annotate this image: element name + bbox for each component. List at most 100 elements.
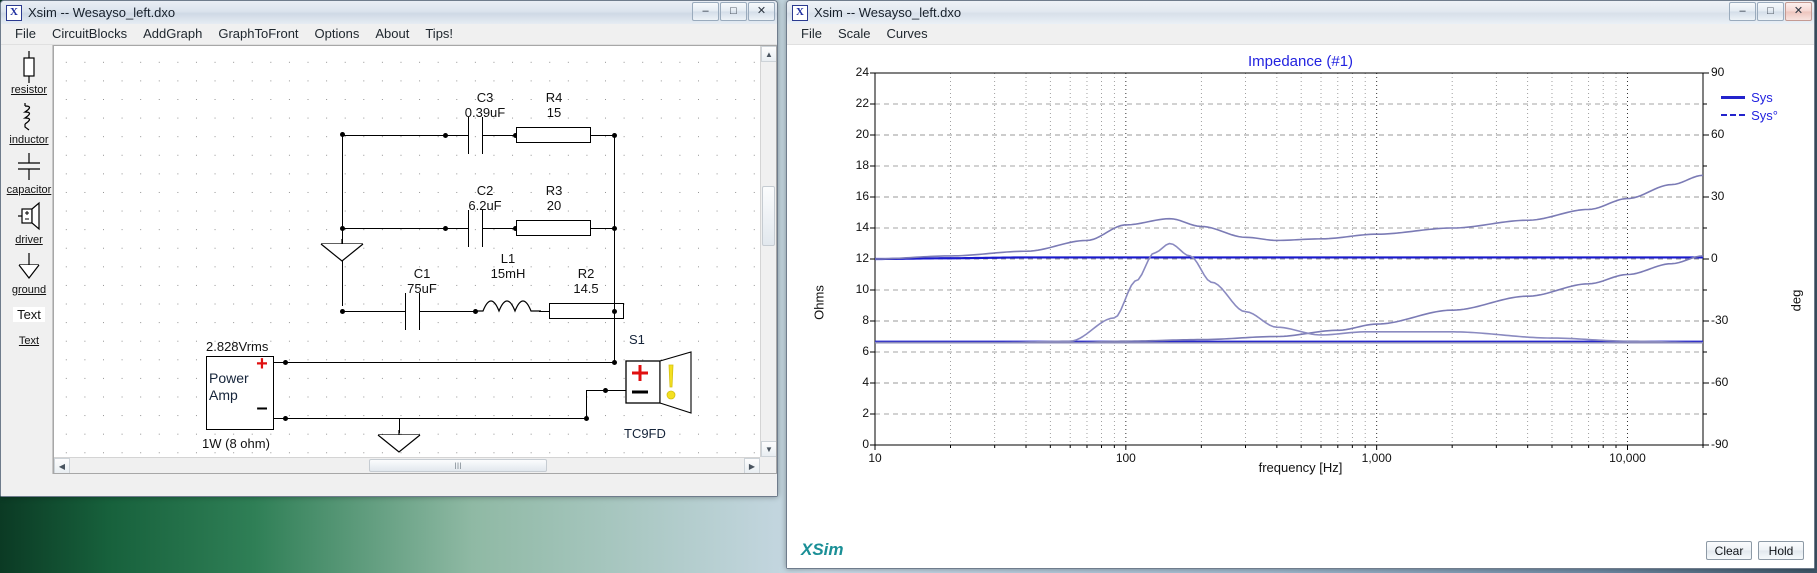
y2-tick-label: -90 [1711,437,1729,451]
component-S1-driver[interactable] [624,351,696,423]
wire-c2-right [483,228,516,229]
ground-symbol-amp [377,430,421,453]
horizontal-scroll-thumb[interactable]: III [369,459,547,472]
y2-tick-label: 90 [1711,65,1725,79]
node-amp-minus [283,416,288,421]
y-tick-label: 20 [855,127,869,141]
y-tick-label: 2 [862,406,869,420]
label-source-power: 1W (8 ohm) [202,436,270,451]
ground-symbol [320,239,364,262]
node-minus-corner [584,416,589,421]
hold-button[interactable]: Hold [1758,541,1804,560]
schematic-statusbar [53,474,777,496]
node-c1-bus [340,309,345,314]
graph-maximize-button[interactable]: □ [1757,2,1784,21]
x-tick-label: 10 [868,451,882,465]
graph-minimize-button[interactable]: – [1729,2,1756,21]
toolbox-label-text: Text [18,335,40,347]
node-amp-plus-right [612,360,617,365]
graph-menu-file[interactable]: File [793,25,830,43]
impedance-plot[interactable]: Impedance (#1) Ohms deg frequency [Hz] S… [787,45,1814,568]
schematic-window[interactable]: X Xsim -- Wesayso_left.dxo – □ ✕ File Ci… [0,0,778,497]
component-L1[interactable] [475,292,541,313]
wire-c1-right [420,311,476,312]
minimize-button[interactable]: – [692,2,719,21]
wire-c1-left [342,311,405,312]
scroll-up-icon[interactable]: ▲ [761,46,776,62]
canvas-vertical-scrollbar[interactable]: ▲ ▼ [760,46,776,457]
label-source-voltage: 2.828Vrms [206,339,269,354]
close-button[interactable]: ✕ [748,2,775,21]
toolbox-item-text-box[interactable]: Text [13,303,45,325]
component-R4[interactable] [516,127,591,143]
node-c2-left [443,226,448,231]
toolbox-label-driver: driver [15,234,43,246]
y2-tick-label: -60 [1711,375,1729,389]
c3-plate-left [468,117,469,154]
menu-addgraph[interactable]: AddGraph [135,25,210,43]
scroll-left-icon[interactable]: ◀ [54,458,70,473]
schematic-window-controls[interactable]: – □ ✕ [692,2,775,21]
label-R3-id: R3 [545,183,563,198]
toolbox-item-text-tool[interactable]: Text [19,334,39,347]
wire-left-bus [342,134,343,306]
clear-button[interactable]: Clear [1706,541,1752,560]
capacitor-icon [15,153,43,183]
toolbox-item-driver[interactable]: driver [15,201,43,246]
scrollbar-corner [760,457,776,473]
chart-series-driver-phase-rising-gray-violet- [875,255,1704,344]
schematic-window-titlebar[interactable]: X Xsim -- Wesayso_left.dxo – □ ✕ [1,1,777,24]
toolbox-label-capacitor: capacitor [6,184,52,196]
vertical-scroll-thumb[interactable] [762,186,775,246]
node-r3-bus [612,226,617,231]
x-tick-label: 10,000 [1609,451,1646,465]
canvas-horizontal-scrollbar[interactable]: ◀ III ▶ [54,457,760,473]
driver-icon [15,201,43,233]
component-toolbox[interactable]: resistor inductor capacitor driver groun… [6,45,53,474]
graph-close-button[interactable]: ✕ [1785,2,1812,21]
graph-window-titlebar[interactable]: X Xsim -- Wesayso_left.dxo – □ ✕ [787,1,1814,24]
c2-plate-left [468,210,469,247]
chart-series-driver-impedance-gray-violet-rising- [874,174,1704,260]
toolbox-item-resistor[interactable]: resistor [11,51,47,96]
graph-window[interactable]: X Xsim -- Wesayso_left.dxo – □ ✕ File Sc… [786,0,1815,569]
y2-tick-label: 60 [1711,127,1725,141]
maximize-button[interactable]: □ [720,2,747,21]
y-tick-label: 22 [855,96,869,110]
y-tick-label: 24 [855,65,869,79]
node-driver-minus [603,388,608,393]
label-S1-value: TC9FD [624,426,666,441]
toolbox-label-inductor: inductor [9,134,49,146]
wire-l1-right [539,311,549,312]
component-R3[interactable] [516,220,591,236]
scroll-right-icon[interactable]: ▶ [744,458,760,473]
toolbox-item-capacitor[interactable]: capacitor [6,153,52,196]
menu-file[interactable]: File [7,25,44,43]
graph-menubar[interactable]: File Scale Curves [787,24,1814,45]
menu-about[interactable]: About [367,25,417,43]
inductor-icon [16,103,42,133]
scroll-down-icon[interactable]: ▼ [761,441,776,457]
graph-menu-curves[interactable]: Curves [878,25,935,43]
label-R2-value: 14.5 [573,281,599,296]
label-R3-value: 20 [546,198,562,213]
node-r4-bus [612,133,617,138]
menu-circuitblocks[interactable]: CircuitBlocks [44,25,135,43]
y-tick-label: 14 [855,220,869,234]
xsim-app-icon: X [6,4,22,21]
toolbox-item-ground[interactable]: ground [12,253,46,296]
y-tick-label: 0 [862,437,869,451]
menu-tips[interactable]: Tips! [417,25,461,43]
schematic-menubar[interactable]: File CircuitBlocks AddGraph GraphToFront… [1,24,777,45]
graph-window-body: Impedance (#1) Ohms deg frequency [Hz] S… [787,45,1814,568]
menu-graphtofront[interactable]: GraphToFront [210,25,306,43]
wire-r3-right [590,228,614,229]
x-tick-label: 1,000 [1361,451,1392,465]
label-S1-id: S1 [629,332,645,347]
menu-options[interactable]: Options [307,25,368,43]
graph-window-controls[interactable]: – □ ✕ [1729,2,1812,21]
schematic-canvas[interactable]: C3 0.39uF R4 15 C2 6.2uF R3 20 C1 75uF L… [54,46,760,457]
toolbox-item-inductor[interactable]: inductor [9,103,49,146]
schematic-canvas-container[interactable]: C3 0.39uF R4 15 C2 6.2uF R3 20 C1 75uF L… [53,45,777,474]
graph-menu-scale[interactable]: Scale [830,25,879,43]
